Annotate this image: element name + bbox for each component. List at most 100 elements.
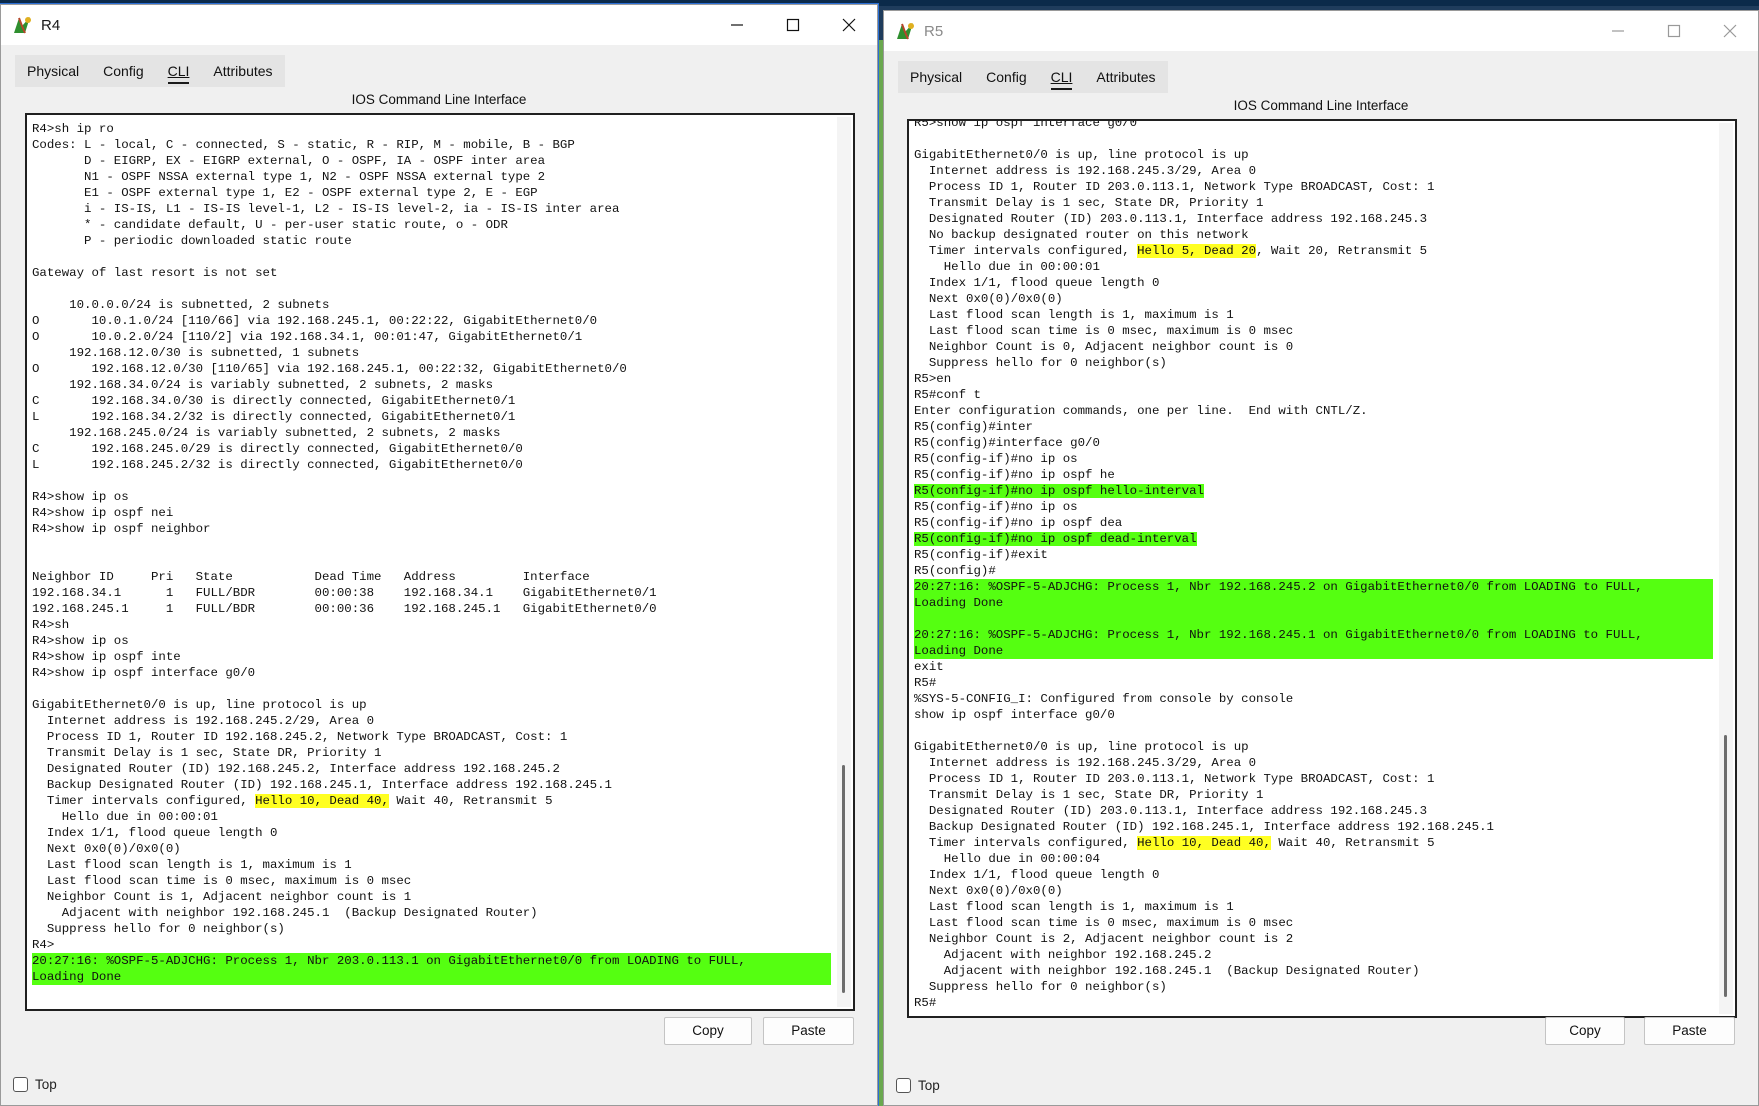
console-line: R5(config)# bbox=[914, 563, 1713, 579]
console-line: Index 1/1, flood queue length 0 bbox=[914, 275, 1713, 291]
copy-button[interactable]: Copy bbox=[1545, 1017, 1625, 1045]
console-line-text: R5# bbox=[914, 676, 937, 690]
minimize-button[interactable] bbox=[1590, 11, 1646, 51]
tab-cli[interactable]: CLI bbox=[1039, 61, 1085, 93]
console-line-text: 192.168.245.0/24 is variably subnetted, … bbox=[32, 426, 501, 440]
console-line-text: R4>show ip ospf nei bbox=[32, 506, 174, 520]
console-line-text: show ip ospf interface g0/0 bbox=[914, 708, 1115, 722]
console-line-text: R5(config-if)#exit bbox=[914, 548, 1048, 562]
console-line: 192.168.34.1 1 FULL/BDR 00:00:38 192.168… bbox=[32, 585, 831, 601]
console-line: Suppress hello for 0 neighbor(s) bbox=[32, 921, 831, 937]
console-line: L 192.168.245.2/32 is directly connected… bbox=[32, 457, 831, 473]
console-line: Designated Router (ID) 203.0.113.1, Inte… bbox=[914, 211, 1713, 227]
console-line-text: 20:27:16: %OSPF-5-ADJCHG: Process 1, Nbr… bbox=[32, 954, 746, 968]
console-line-text: Last flood scan time is 0 msec, maximum … bbox=[914, 324, 1294, 338]
top-checkbox-row[interactable]: Top bbox=[896, 1078, 940, 1093]
vertical-scrollbar[interactable] bbox=[837, 117, 851, 1007]
console-line: Designated Router (ID) 192.168.245.2, In… bbox=[32, 761, 831, 777]
window-title: R5 bbox=[924, 22, 944, 40]
console-line-text: Index 1/1, flood queue length 0 bbox=[914, 276, 1160, 290]
console-line-text: Hello due in 00:00:01 bbox=[914, 260, 1100, 274]
console-line: Timer intervals configured, Hello 10, De… bbox=[914, 835, 1713, 851]
console-line-text: 192.168.34.0/24 is variably subnetted, 2… bbox=[32, 378, 494, 392]
scroll-thumb[interactable] bbox=[842, 765, 845, 993]
maximize-button[interactable] bbox=[1646, 11, 1702, 51]
top-checkbox[interactable] bbox=[896, 1078, 911, 1093]
tab-attributes[interactable]: Attributes bbox=[201, 55, 284, 87]
console-line: 192.168.245.0/24 is variably subnetted, … bbox=[32, 425, 831, 441]
console-line: Codes: L - local, C - connected, S - sta… bbox=[32, 137, 831, 153]
console-line-text: R5(config)#inter bbox=[914, 420, 1033, 434]
console-line-text: R4>show ip os bbox=[32, 490, 129, 504]
console-line-text: 192.168.12.0/30 is subnetted, 1 subnets bbox=[32, 346, 360, 360]
paste-button[interactable]: Paste bbox=[763, 1017, 854, 1045]
top-checkbox-row[interactable]: Top bbox=[13, 1077, 57, 1092]
console-line: P - periodic downloaded static route bbox=[32, 233, 831, 249]
console-line-text: Index 1/1, flood queue length 0 bbox=[914, 868, 1160, 882]
copy-button[interactable]: Copy bbox=[664, 1017, 752, 1045]
tab-config[interactable]: Config bbox=[974, 61, 1038, 93]
console-line: Neighbor Count is 1, Adjacent neighbor c… bbox=[32, 889, 831, 905]
console-line: Internet address is 192.168.245.2/29, Ar… bbox=[32, 713, 831, 729]
timer-highlight: Hello 5, Dead 20 bbox=[1137, 244, 1257, 258]
minimize-icon bbox=[1612, 30, 1624, 32]
console-line: Next 0x0(0)/0x0(0) bbox=[914, 883, 1713, 899]
console-line-text: D - EIGRP, EX - EIGRP external, O - OSPF… bbox=[32, 154, 546, 168]
minimize-button[interactable] bbox=[709, 5, 765, 45]
tab-config[interactable]: Config bbox=[91, 55, 155, 87]
r4-titlebar[interactable]: R4 bbox=[1, 5, 877, 45]
console-line-text: Index 1/1, flood queue length 0 bbox=[32, 826, 278, 840]
router-icon bbox=[897, 23, 914, 40]
close-button[interactable] bbox=[821, 5, 877, 45]
maximize-button[interactable] bbox=[765, 5, 821, 45]
console-line: R5>show ip ospf interface g0/0 bbox=[914, 121, 1713, 131]
console-line: * - candidate default, U - per-user stat… bbox=[32, 217, 831, 233]
console-line-text: O 10.0.1.0/24 [110/66] via 192.168.245.1… bbox=[32, 314, 598, 328]
console-line-text: Hello due in 00:00:04 bbox=[914, 852, 1100, 866]
console-line: GigabitEthernet0/0 is up, line protocol … bbox=[914, 739, 1713, 755]
console-line-text: Timer intervals configured, bbox=[914, 244, 1138, 258]
console-line: L 192.168.34.2/32 is directly connected,… bbox=[32, 409, 831, 425]
console-line: R5(config)#inter bbox=[914, 419, 1713, 435]
console-line: Gateway of last resort is not set bbox=[32, 265, 831, 281]
console-line-text: %SYS-5-CONFIG_I: Configured from console… bbox=[914, 692, 1294, 706]
console-line: R5#conf t bbox=[914, 387, 1713, 403]
console-line-text: Last flood scan length is 1, maximum is … bbox=[914, 308, 1234, 322]
console-line-text: Internet address is 192.168.245.2/29, Ar… bbox=[32, 714, 375, 728]
tab-attributes[interactable]: Attributes bbox=[1084, 61, 1167, 93]
console-line-text: Enter configuration commands, one per li… bbox=[914, 404, 1368, 418]
console-line: show ip ospf interface g0/0 bbox=[914, 707, 1713, 723]
console-line-text: E1 - OSPF external type 1, E2 - OSPF ext… bbox=[32, 186, 538, 200]
r4-cli-console[interactable]: R4>sh ip ro Codes: L - local, C - connect… bbox=[25, 113, 855, 1011]
tab-physical[interactable]: Physical bbox=[15, 55, 91, 87]
console-line-text: R5# bbox=[914, 996, 937, 1010]
top-checkbox[interactable] bbox=[13, 1077, 28, 1092]
console-line-text: Wait 40, Retransmit 5 bbox=[1270, 836, 1435, 850]
r5-cli-console[interactable]: R5>show ip ospf interface g0/0 GigabitEth… bbox=[907, 119, 1737, 1018]
paste-button[interactable]: Paste bbox=[1644, 1017, 1735, 1045]
console-line: R4>show ip ospf interface g0/0 bbox=[32, 665, 831, 681]
scroll-thumb[interactable] bbox=[1724, 735, 1727, 997]
console-line-text: R5(config)#interface g0/0 bbox=[914, 436, 1100, 450]
console-line: Index 1/1, flood queue length 0 bbox=[914, 867, 1713, 883]
console-line: R5(config-if)#no ip ospf dead-interval bbox=[914, 531, 1713, 547]
close-button[interactable] bbox=[1702, 11, 1758, 51]
console-line-text: Internet address is 192.168.245.3/29, Ar… bbox=[914, 756, 1257, 770]
console-line: Next 0x0(0)/0x0(0) bbox=[32, 841, 831, 857]
tab-cli[interactable]: CLI bbox=[156, 55, 202, 87]
r5-titlebar[interactable]: R5 bbox=[884, 11, 1758, 51]
console-line-text: Process ID 1, Router ID 203.0.113.1, Net… bbox=[914, 180, 1435, 194]
window-title: R4 bbox=[41, 16, 61, 34]
console-line: R5(config-if)#no ip os bbox=[914, 499, 1713, 515]
console-line: Process ID 1, Router ID 192.168.245.2, N… bbox=[32, 729, 831, 745]
tab-physical[interactable]: Physical bbox=[898, 61, 974, 93]
vertical-scrollbar[interactable] bbox=[1719, 123, 1733, 1014]
console-line: Backup Designated Router (ID) 192.168.24… bbox=[32, 777, 831, 793]
minimize-icon bbox=[731, 24, 743, 26]
console-line: R5(config)#interface g0/0 bbox=[914, 435, 1713, 451]
console-line-text: Adjacent with neighbor 192.168.245.1 (Ba… bbox=[32, 906, 538, 920]
r5-console-output: R5>show ip ospf interface g0/0 GigabitEth… bbox=[914, 121, 1713, 1011]
console-line: Neighbor ID Pri State Dead Time Address … bbox=[32, 569, 831, 585]
